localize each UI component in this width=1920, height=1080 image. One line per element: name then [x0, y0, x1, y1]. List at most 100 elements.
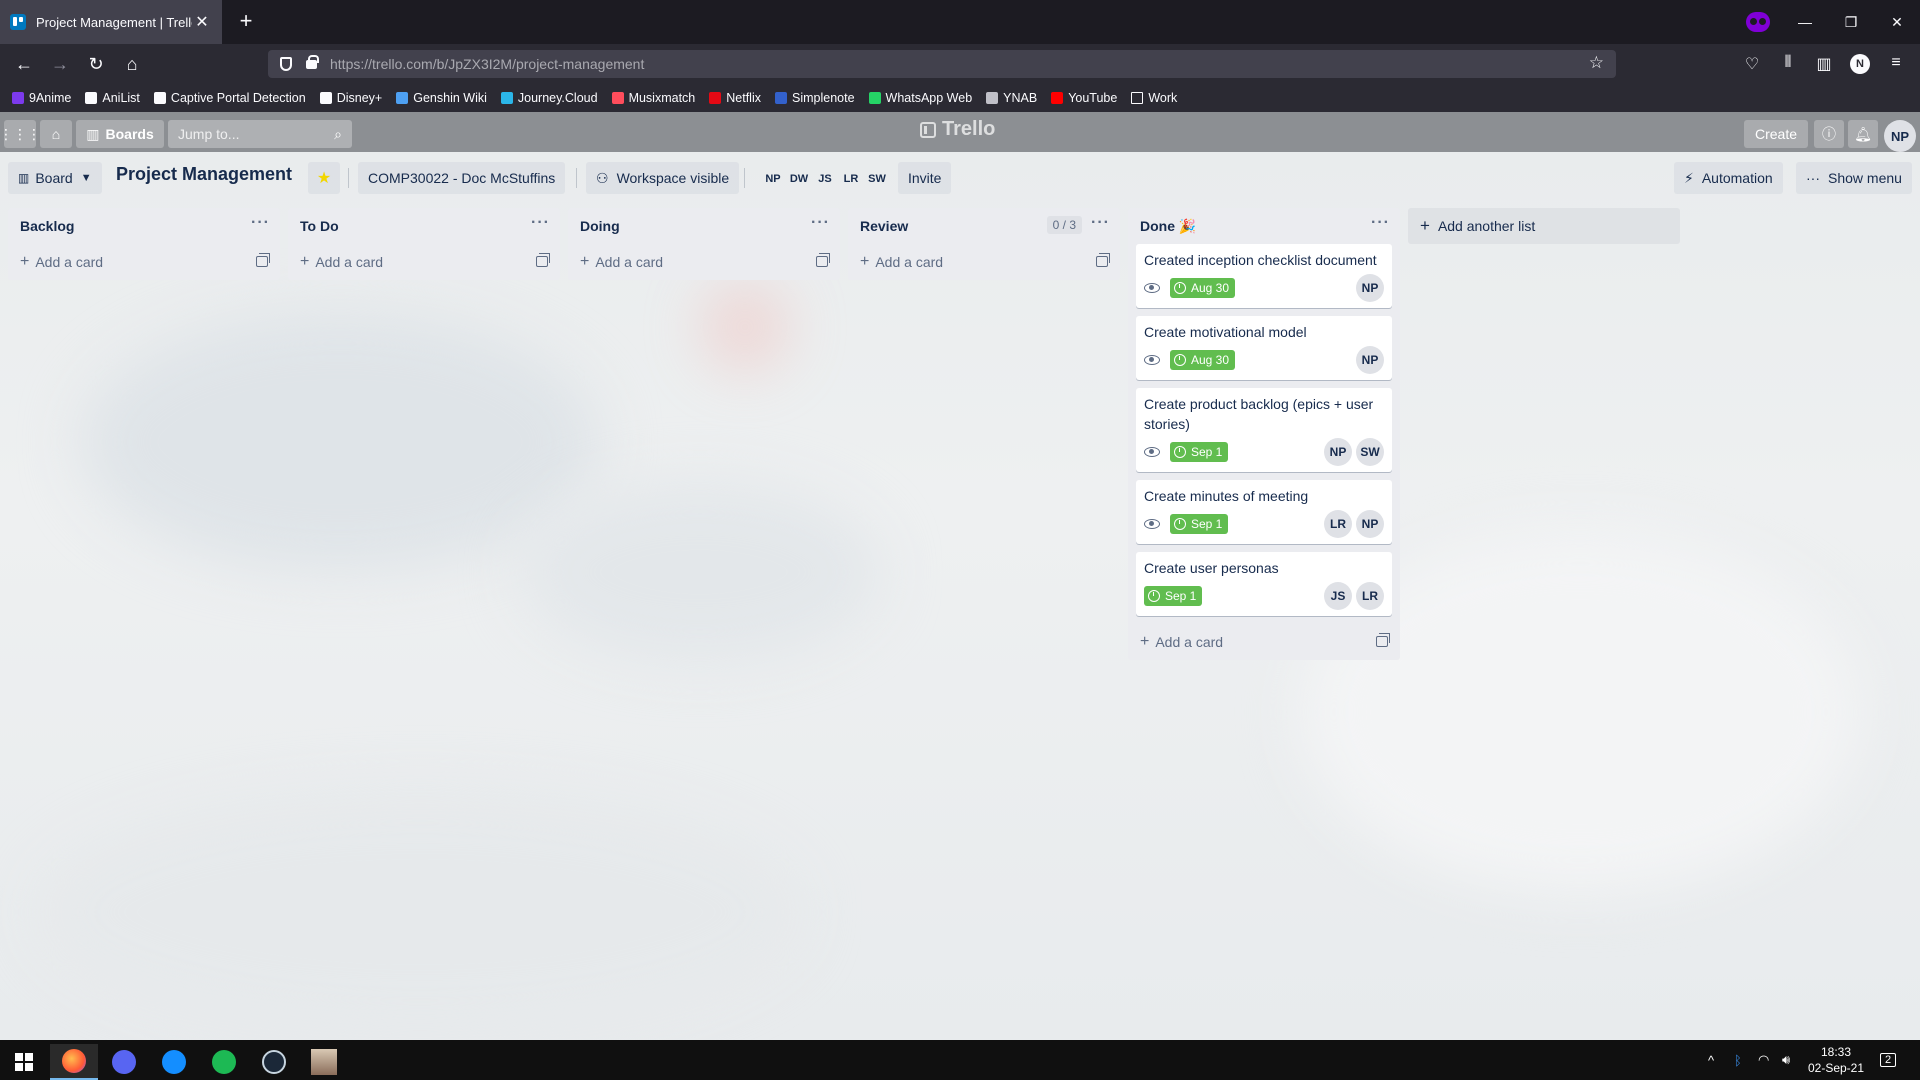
bookmark-item[interactable]: Work [1131, 91, 1177, 105]
list-menu-icon[interactable]: ··· [811, 214, 830, 232]
card[interactable]: Create minutes of meeting Sep 1 LR NP [1136, 480, 1392, 544]
card-template-icon[interactable] [536, 253, 550, 267]
list-title[interactable]: Doing [580, 218, 620, 234]
list-header[interactable]: Review 0 / 3 ··· [848, 208, 1120, 244]
member-avatar[interactable]: JS [1324, 582, 1352, 610]
add-card-button[interactable]: + Add a card [848, 244, 1120, 280]
card[interactable]: Create motivational model Aug 30 NP [1136, 316, 1392, 380]
member-avatar[interactable]: SW [1356, 438, 1384, 466]
bookmark-item[interactable]: YNAB [986, 91, 1037, 105]
bookmark-item[interactable]: YouTube [1051, 91, 1117, 105]
reload-icon[interactable]: ↻ [82, 50, 110, 78]
list-header[interactable]: Backlog ··· [8, 208, 280, 244]
list-title[interactable]: To Do [300, 218, 339, 234]
list-menu-icon[interactable]: ··· [531, 214, 550, 232]
taskbar-app[interactable] [300, 1044, 348, 1080]
due-date-badge[interactable]: Sep 1 [1144, 586, 1203, 606]
member-avatar[interactable]: NP [1356, 510, 1384, 538]
due-date-badge[interactable]: Aug 30 [1170, 350, 1236, 370]
bookmark-item[interactable]: Netflix [709, 91, 761, 105]
taskbar-battlenet[interactable] [150, 1044, 198, 1080]
back-arrow-icon[interactable]: ← [10, 50, 38, 78]
automation-button[interactable]: ⚡︎ Automation [1674, 162, 1783, 194]
add-card-button[interactable]: + Add a card [288, 244, 560, 280]
bookmark-item[interactable]: AniList [85, 91, 140, 105]
notification-center-button[interactable]: 2 [1880, 1040, 1897, 1080]
account-avatar[interactable]: N [1850, 54, 1870, 74]
tab-close-button[interactable]: ✕ [192, 12, 212, 32]
board-view-switcher[interactable]: ▥ Board ▼ [8, 162, 102, 194]
url-text[interactable]: https://trello.com/b/JpZX3I2M/project-ma… [330, 56, 644, 72]
home-icon[interactable]: ⌂ [40, 120, 72, 148]
member-avatar[interactable]: NP [1324, 438, 1352, 466]
member-avatar[interactable]: DW [786, 166, 812, 192]
lock-icon[interactable] [306, 55, 319, 69]
card[interactable]: Create product backlog (epics + user sto… [1136, 388, 1392, 472]
board-title[interactable]: Project Management [116, 164, 292, 185]
member-avatar[interactable]: LR [1356, 582, 1384, 610]
library-icon[interactable]: ⫴ [1776, 54, 1800, 72]
list-title[interactable]: Done 🎉 [1140, 218, 1196, 235]
url-bar[interactable]: https://trello.com/b/JpZX3I2M/project-ma… [268, 50, 1616, 78]
taskbar-spotify[interactable] [200, 1044, 248, 1080]
browser-tab[interactable]: Project Management | Trello ✕ [0, 0, 222, 44]
new-tab-button[interactable]: + [234, 10, 258, 34]
close-window-button[interactable]: ✕ [1874, 0, 1920, 44]
card[interactable]: Create user personas Sep 1 JS LR [1136, 552, 1392, 616]
card[interactable]: Created inception checklist document Aug … [1136, 244, 1392, 308]
due-date-badge[interactable]: Sep 1 [1170, 442, 1229, 462]
card-template-icon[interactable] [1376, 633, 1390, 647]
bookmark-item[interactable]: Captive Portal Detection [153, 91, 306, 105]
app-switcher-icon[interactable]: ⋮⋮⋮ [0, 120, 41, 148]
member-avatar[interactable]: SW [864, 166, 890, 192]
member-avatar[interactable]: LR [838, 166, 864, 192]
minimize-button[interactable]: — [1782, 0, 1828, 44]
list-header[interactable]: Doing ··· [568, 208, 840, 244]
bluetooth-icon[interactable]: ᛒ [1734, 1040, 1742, 1080]
boards-button[interactable]: ▥ Boards [76, 120, 164, 148]
forward-arrow-icon[interactable]: → [46, 50, 74, 78]
due-date-badge[interactable]: Sep 1 [1170, 514, 1229, 534]
star-board-icon[interactable]: ★ [308, 162, 340, 194]
bookmark-item[interactable]: Journey.Cloud [500, 91, 598, 105]
volume-icon[interactable]: 🔊︎ [1782, 1040, 1790, 1080]
card-template-icon[interactable] [1096, 253, 1110, 267]
bookmark-item[interactable]: 9Anime [12, 91, 71, 105]
start-button[interactable] [0, 1044, 48, 1080]
bookmark-star-icon[interactable]: ☆ [1589, 53, 1604, 73]
add-card-button[interactable]: + Add a card [8, 244, 280, 280]
list-menu-icon[interactable]: ··· [1371, 214, 1390, 232]
pocket-icon[interactable]: ♡ [1740, 54, 1764, 74]
add-another-list-button[interactable]: + Add another list [1408, 208, 1680, 244]
member-avatar[interactable]: NP [760, 166, 786, 192]
member-avatar[interactable]: LR [1324, 510, 1352, 538]
taskbar-steam[interactable] [250, 1044, 298, 1080]
list-menu-icon[interactable]: ··· [251, 214, 270, 232]
add-card-button[interactable]: + Add a card [568, 244, 840, 280]
system-clock[interactable]: 18:33 02-Sep-21 [1800, 1044, 1872, 1076]
user-avatar[interactable]: NP [1884, 120, 1916, 152]
bookmark-item[interactable]: Simplenote [774, 91, 855, 105]
tray-overflow-icon[interactable]: ^ [1708, 1040, 1714, 1080]
member-avatar[interactable]: NP [1356, 346, 1384, 374]
bookmark-item[interactable]: Disney+ [319, 91, 382, 105]
card-template-icon[interactable] [816, 253, 830, 267]
bookmark-item[interactable]: Genshin Wiki [396, 91, 487, 105]
workspace-button[interactable]: COMP30022 - Doc McStuffins [358, 162, 566, 194]
hamburger-menu-icon[interactable]: ≡ [1884, 54, 1908, 72]
notifications-bell-icon[interactable]: 🔔︎ [1848, 120, 1878, 148]
member-avatar[interactable]: JS [812, 166, 838, 192]
tracking-shield-icon[interactable] [280, 57, 292, 71]
invite-button[interactable]: Invite [898, 162, 952, 194]
taskbar-firefox[interactable] [50, 1044, 98, 1080]
jump-to-search[interactable]: Jump to... ⌕ [168, 120, 352, 148]
list-menu-icon[interactable]: ··· [1091, 214, 1110, 232]
bookmark-item[interactable]: WhatsApp Web [868, 91, 972, 105]
card-template-icon[interactable] [256, 253, 270, 267]
visibility-button[interactable]: ⚇ Workspace visible [586, 162, 740, 194]
list-header[interactable]: To Do ··· [288, 208, 560, 244]
bookmark-item[interactable]: Musixmatch [611, 91, 695, 105]
list-header[interactable]: Done 🎉 ··· [1128, 208, 1400, 244]
taskbar-discord[interactable] [100, 1044, 148, 1080]
show-menu-button[interactable]: ··· Show menu [1796, 162, 1912, 194]
